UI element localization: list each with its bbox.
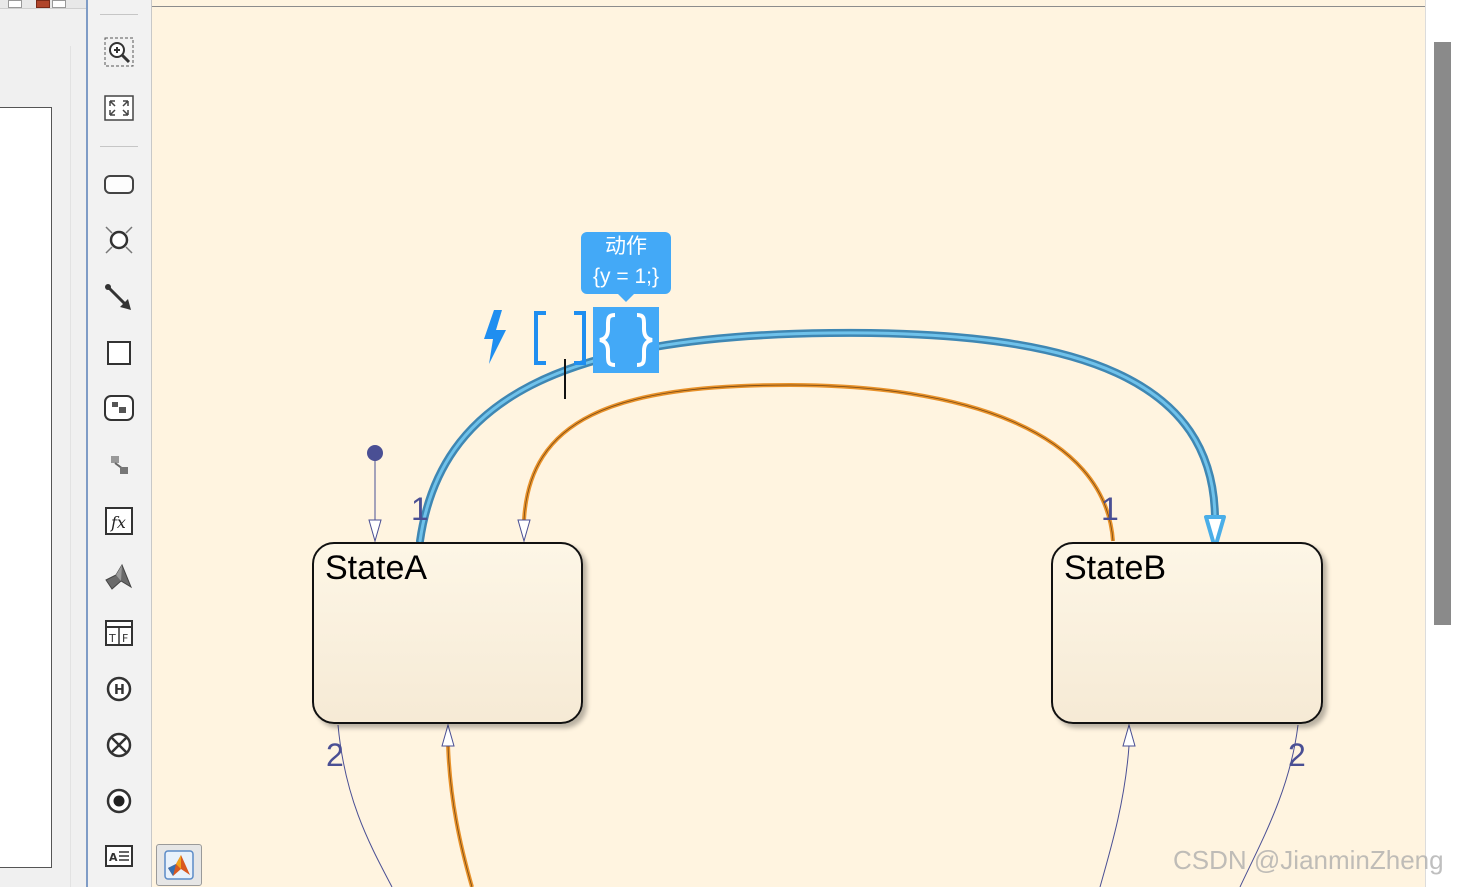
state-tool-icon[interactable]	[103, 168, 135, 200]
panel-icon[interactable]	[36, 0, 50, 8]
matlab-logo-tool-icon[interactable]	[103, 561, 135, 593]
state-block[interactable]: StateB	[1051, 542, 1323, 724]
annotation-tool-icon[interactable]: A	[103, 840, 135, 872]
tooltip-value: {y = 1;}	[593, 265, 659, 288]
box-tool-icon[interactable]	[103, 337, 135, 369]
transition-priority-label[interactable]: 1	[411, 491, 429, 528]
svg-text:T: T	[108, 632, 116, 645]
state-block[interactable]: StateA	[312, 542, 583, 724]
palette-separator	[100, 146, 138, 147]
text-cursor	[564, 359, 566, 399]
watermark: CSDN @JianminZheng	[1173, 845, 1444, 875]
panel-icon[interactable]	[52, 0, 66, 8]
graphical-function-tool-icon[interactable]	[103, 449, 135, 481]
matlab-function-tool-icon[interactable]: fx	[103, 505, 135, 537]
simulink-function-tool-icon[interactable]	[103, 392, 135, 424]
canvas-top-border	[152, 6, 1425, 7]
palette-separator	[100, 14, 138, 15]
svg-text:fx: fx	[110, 513, 126, 532]
action-tooltip: 动作 {y = 1;}	[581, 232, 671, 302]
default-transition-tool-icon[interactable]	[103, 282, 135, 314]
truth-table-tool-icon[interactable]: T F	[103, 617, 135, 649]
svg-text:A: A	[109, 851, 118, 864]
matlab-logo-icon	[164, 850, 194, 880]
state-name[interactable]: StateA	[325, 549, 427, 588]
lightning-icon[interactable]	[478, 308, 512, 366]
fit-view-icon[interactable]	[103, 92, 135, 124]
model-browser-tree[interactable]	[0, 107, 52, 868]
panel-divider	[70, 46, 71, 887]
zoom-in-icon[interactable]	[103, 36, 135, 68]
tooltip-title: 动作	[605, 235, 647, 258]
vertical-scrollbar[interactable]	[1425, 0, 1459, 887]
transition-priority-label[interactable]: 2	[326, 737, 344, 774]
left-panel-toolbar	[0, 0, 86, 9]
junction-tool-icon[interactable]	[103, 224, 135, 256]
state-name[interactable]: StateB	[1064, 549, 1166, 588]
svg-text:H: H	[114, 683, 125, 698]
transition-priority-label[interactable]: 2	[1288, 737, 1306, 774]
entry-junction-tool-icon[interactable]	[103, 785, 135, 817]
svg-text:F: F	[122, 632, 128, 645]
history-junction-tool-icon[interactable]: H	[103, 673, 135, 705]
square-brackets-icon[interactable]	[532, 310, 588, 366]
model-browser-panel	[0, 0, 86, 887]
scrollbar-thumb[interactable]	[1434, 42, 1451, 625]
model-browser-button[interactable]	[156, 844, 202, 886]
curly-braces-icon[interactable]	[593, 307, 659, 373]
object-palette: fx T F H A	[88, 0, 152, 887]
panel-icon[interactable]	[8, 0, 22, 8]
exit-junction-tool-icon[interactable]	[103, 729, 135, 761]
transition-priority-label[interactable]: 1	[1101, 491, 1119, 528]
